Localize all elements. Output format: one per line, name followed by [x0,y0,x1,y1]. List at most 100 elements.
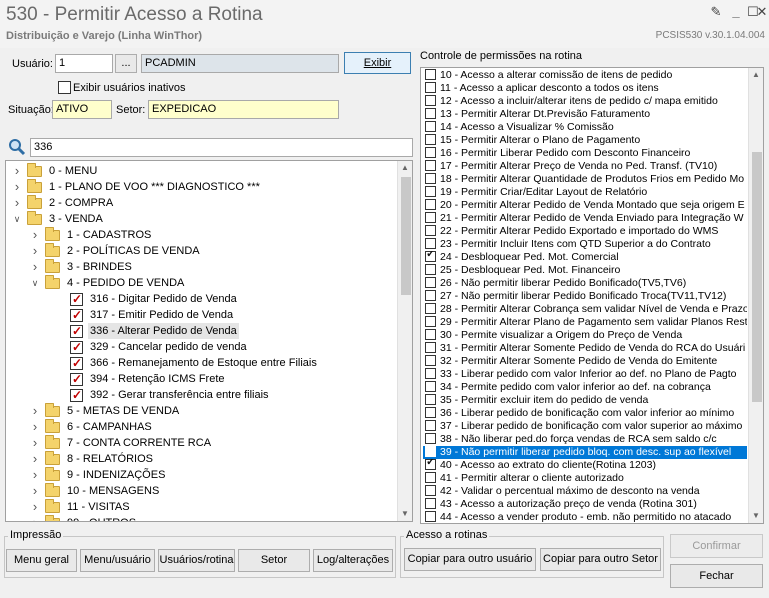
tree-item[interactable]: › 9 - INDENIZAÇÕES [6,467,396,483]
permission-checkbox[interactable] [425,511,436,522]
chevron-right-icon[interactable]: › [12,195,22,211]
permission-item[interactable]: 26 - Não permitir liberar Pedido Bonific… [423,277,747,290]
permission-checkbox[interactable] [425,134,436,145]
permission-item[interactable]: 41 - Permitir alterar o cliente autoriza… [423,472,747,485]
search-input[interactable]: 336 [30,138,413,157]
permission-item[interactable]: 30 - Permite visualizar a Origem do Preç… [423,329,747,342]
tree-item[interactable]: ∨ 4 - PEDIDO DE VENDA [6,275,396,291]
permission-checkbox[interactable] [425,472,436,483]
permission-item[interactable]: 21 - Permitir Alterar Pedido de Venda En… [423,212,747,225]
permission-item[interactable]: 38 - Não liberar ped.do força vendas de … [423,433,747,446]
tree-item[interactable]: › 2 - COMPRA [6,195,396,211]
chevron-right-icon[interactable]: › [30,483,40,499]
scroll-down-icon[interactable]: ▼ [401,509,409,518]
close-button[interactable]: Fechar [670,564,763,588]
permission-checkbox[interactable] [425,147,436,158]
permission-item[interactable]: 12 - Acesso a incluir/alterar itens de p… [423,95,747,108]
menu-general-button[interactable]: Menu geral [6,549,77,572]
permission-checkbox[interactable] [425,277,436,288]
permission-item[interactable]: 27 - Não permitir liberar Pedido Bonific… [423,290,747,303]
confirm-button[interactable]: Confirmar [670,534,763,558]
permission-item[interactable]: 13 - Permitir Alterar Dt.Previsão Fatura… [423,108,747,121]
tree-item[interactable]: 316 - Digitar Pedido de Venda [6,291,396,307]
tree-scrollbar[interactable]: ▲ ▼ [397,161,412,521]
scroll-up-icon[interactable]: ▲ [752,70,760,79]
permission-item[interactable]: 35 - Permitir excluir item do pedido de … [423,394,747,407]
permission-checkbox[interactable] [425,69,436,80]
chevron-right-icon[interactable]: › [30,515,40,521]
chevron-down-icon[interactable]: ∨ [12,211,22,227]
permission-item[interactable]: 10 - Acesso a alterar comissão de itens … [423,69,747,82]
permission-checkbox[interactable] [425,199,436,210]
permission-item[interactable]: 42 - Validar o percentual máximo de desc… [423,485,747,498]
close-icon[interactable]: ✕ [755,4,769,20]
tree-scroll-thumb[interactable] [401,177,411,295]
tree-item[interactable]: › 10 - MENSAGENS [6,483,396,499]
permissions-list[interactable]: 10 - Acesso a alterar comissão de itens … [420,67,764,524]
minimize-icon[interactable]: _ [728,4,744,20]
permission-checkbox[interactable] [425,446,436,457]
permission-item[interactable]: 20 - Permitir Alterar Pedido de Venda Mo… [423,199,747,212]
permissions-scroll-thumb[interactable] [752,152,762,402]
chevron-right-icon[interactable]: › [30,499,40,515]
permission-item[interactable]: 44 - Acesso a vender produto - emb. não … [423,511,747,523]
permission-checkbox[interactable] [425,108,436,119]
permission-checkbox[interactable] [425,290,436,301]
routine-checkbox[interactable] [70,371,83,387]
permission-checkbox[interactable] [425,160,436,171]
tree-item[interactable]: 329 - Cancelar pedido de venda [6,339,396,355]
permission-checkbox[interactable] [425,173,436,184]
chevron-down-icon[interactable]: ∨ [30,275,40,291]
permission-checkbox[interactable] [425,342,436,353]
show-inactive-box[interactable] [58,81,71,94]
routine-checkbox[interactable] [70,323,83,339]
permission-checkbox[interactable] [425,264,436,275]
permission-checkbox[interactable] [425,329,436,340]
permission-item[interactable]: 43 - Acesso a autorização preço de venda… [423,498,747,511]
copy-to-sector-button[interactable]: Copiar para outro Setor [540,548,661,571]
chevron-right-icon[interactable]: › [12,163,22,179]
tree-item[interactable]: › 5 - METAS DE VENDA [6,403,396,419]
permission-checkbox[interactable] [425,95,436,106]
permission-checkbox[interactable] [425,251,436,262]
permission-item[interactable]: 25 - Desbloquear Ped. Mot. Financeiro [423,264,747,277]
permission-checkbox[interactable] [425,459,436,470]
permission-item[interactable]: 33 - Liberar pedido com valor Inferior a… [423,368,747,381]
permission-item[interactable]: 14 - Acesso a Visualizar % Comissão [423,121,747,134]
permissions-scrollbar[interactable]: ▲ ▼ [748,68,763,523]
routine-tree[interactable]: › 0 - MENU › 1 - PLANO DE VOO *** DIAGNOSTI… [5,160,413,522]
copy-to-user-button[interactable]: Copiar para outro usuário [404,548,536,571]
show-button[interactable]: Exibir [344,52,411,74]
permission-item[interactable]: 32 - Permitir Alterar Somente Pedido de … [423,355,747,368]
chevron-right-icon[interactable]: › [30,227,40,243]
permission-checkbox[interactable] [425,212,436,223]
chevron-right-icon[interactable]: › [30,451,40,467]
permission-checkbox[interactable] [425,433,436,444]
routine-checkbox[interactable] [70,291,83,307]
permission-item[interactable]: 15 - Permitir Alterar o Plano de Pagamen… [423,134,747,147]
chevron-right-icon[interactable]: › [30,419,40,435]
permission-checkbox[interactable] [425,420,436,431]
tree-item[interactable]: › 99 - OUTROS [6,515,396,521]
permission-checkbox[interactable] [425,225,436,236]
edit-icon[interactable]: ✎ [708,4,724,20]
permission-item[interactable]: 29 - Permitir Alterar Plano de Pagamento… [423,316,747,329]
sector-button[interactable]: Setor [238,549,310,572]
chevron-right-icon[interactable]: › [30,435,40,451]
permission-item[interactable]: 11 - Acesso a aplicar desconto a todos o… [423,82,747,95]
tree-item[interactable]: 394 - Retenção ICMS Frete [6,371,396,387]
menu-user-button[interactable]: Menu/usuário [80,549,155,572]
permission-item[interactable]: 28 - Permitir Alterar Cobrança sem valid… [423,303,747,316]
permission-checkbox[interactable] [425,485,436,496]
chevron-right-icon[interactable]: › [12,179,22,195]
tree-item[interactable]: › 0 - MENU [6,163,396,179]
tree-item[interactable]: › 7 - CONTA CORRENTE RCA [6,435,396,451]
permission-checkbox[interactable] [425,82,436,93]
tree-item[interactable]: › 1 - PLANO DE VOO *** DIAGNOSTICO *** [6,179,396,195]
permission-checkbox[interactable] [425,368,436,379]
scroll-up-icon[interactable]: ▲ [401,163,409,172]
permission-item[interactable]: 24 - Desbloquear Ped. Mot. Comercial [423,251,747,264]
permission-item[interactable]: 22 - Permitir Alterar Pedido Exportado e… [423,225,747,238]
routine-checkbox[interactable] [70,387,83,403]
tree-item[interactable]: › 6 - CAMPANHAS [6,419,396,435]
